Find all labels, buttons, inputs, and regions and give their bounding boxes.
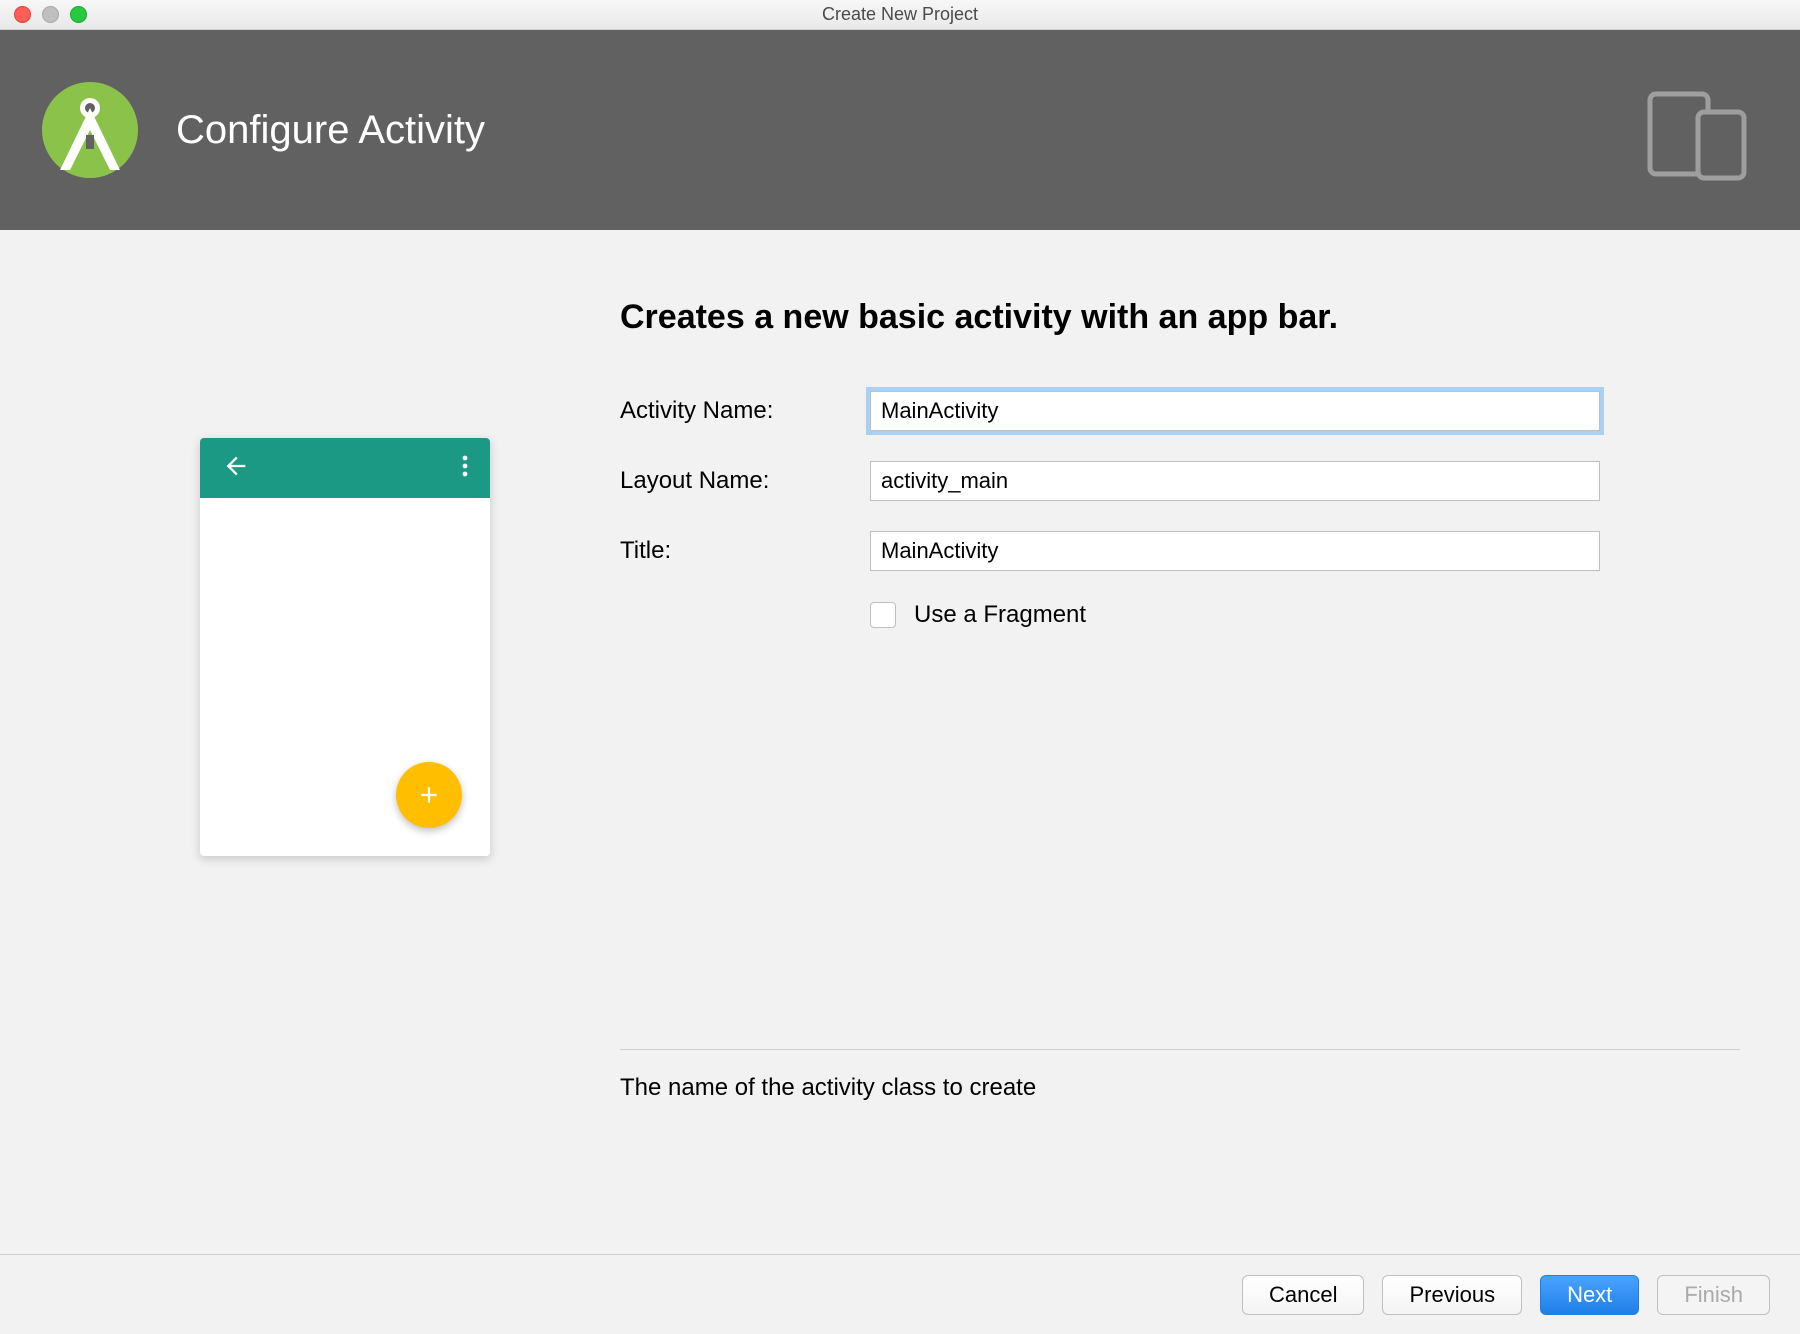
- android-studio-logo-icon: [40, 80, 140, 180]
- row-layout-name: Layout Name:: [620, 461, 1740, 501]
- back-arrow-icon: [222, 452, 250, 485]
- layout-name-input[interactable]: [870, 461, 1600, 501]
- row-activity-name: Activity Name:: [620, 391, 1740, 431]
- activity-name-label: Activity Name:: [620, 397, 870, 425]
- preview-appbar: [200, 438, 490, 498]
- wizard-header: Configure Activity: [0, 30, 1800, 230]
- minimize-icon[interactable]: [42, 6, 59, 23]
- previous-button[interactable]: Previous: [1382, 1275, 1522, 1315]
- next-button[interactable]: Next: [1540, 1275, 1639, 1315]
- cancel-button[interactable]: Cancel: [1242, 1275, 1364, 1315]
- window-controls: [0, 6, 87, 23]
- close-icon[interactable]: [14, 6, 31, 23]
- titlebar: Create New Project: [0, 0, 1800, 30]
- layout-name-label: Layout Name:: [620, 467, 870, 495]
- form-heading: Creates a new basic activity with an app…: [620, 298, 1740, 337]
- activity-name-input[interactable]: [870, 391, 1600, 431]
- use-fragment-label: Use a Fragment: [914, 601, 1086, 629]
- activity-preview: [200, 438, 490, 856]
- row-title: Title:: [620, 531, 1740, 571]
- maximize-icon[interactable]: [70, 6, 87, 23]
- help-divider: [620, 1049, 1740, 1050]
- page-title: Configure Activity: [176, 108, 485, 153]
- form: Creates a new basic activity with an app…: [620, 298, 1740, 1102]
- form-factor-icon: [1644, 88, 1754, 193]
- fab-icon: [396, 762, 462, 828]
- wizard-body: Creates a new basic activity with an app…: [0, 230, 1800, 1254]
- use-fragment-checkbox[interactable]: [870, 602, 896, 628]
- window-title: Create New Project: [0, 4, 1800, 25]
- overflow-menu-icon: [462, 454, 468, 483]
- row-use-fragment: Use a Fragment: [870, 601, 1740, 629]
- title-input[interactable]: [870, 531, 1600, 571]
- help-text: The name of the activity class to create: [620, 1074, 1740, 1102]
- wizard-footer: Cancel Previous Next Finish: [0, 1254, 1800, 1334]
- finish-button: Finish: [1657, 1275, 1770, 1315]
- title-label: Title:: [620, 537, 870, 565]
